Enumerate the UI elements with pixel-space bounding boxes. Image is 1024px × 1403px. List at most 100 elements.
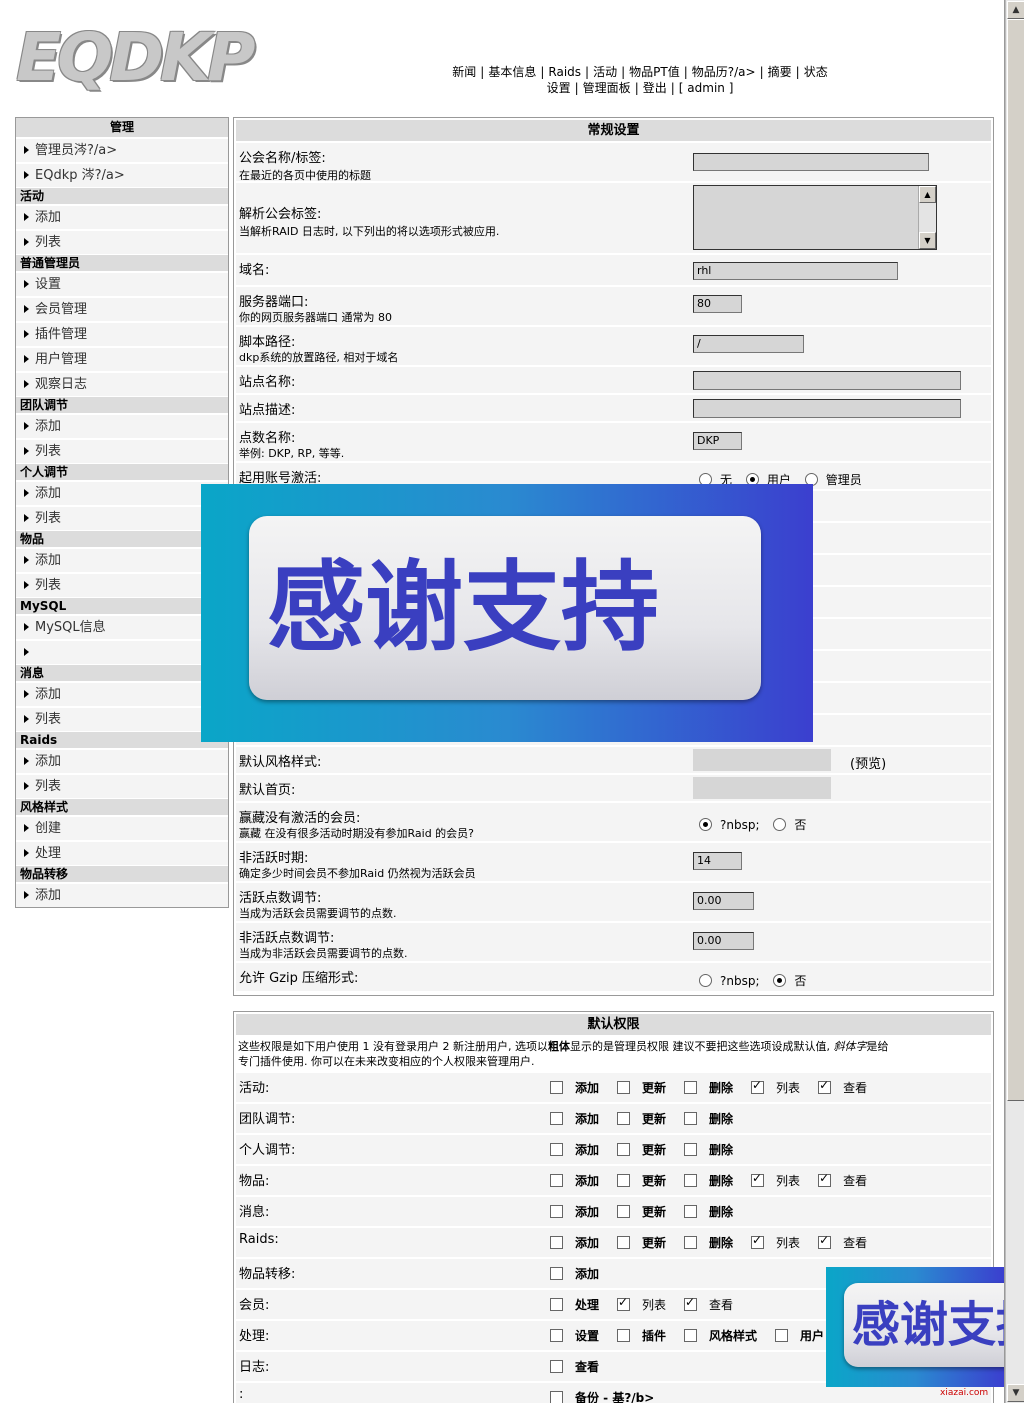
sidebar-item[interactable]: MySQL信息 [16,616,228,639]
top-nav-link-5[interactable]: 物品历?/a> [692,65,756,79]
permission-checkbox[interactable] [550,1174,563,1187]
top-nav-link-0[interactable]: 新闻 [452,65,476,79]
sidebar-item[interactable]: 添加 [16,549,228,572]
permission-checkbox[interactable] [684,1295,698,1311]
permission-checkbox[interactable] [751,1233,765,1249]
permission-checkbox[interactable] [684,1143,698,1156]
top-nav-link-1[interactable]: 基本信息 [488,65,536,79]
sidebar-item[interactable]: 列表 [16,231,228,254]
permission-checkbox[interactable] [617,1143,631,1156]
sidebar-item[interactable]: 观察日志 [16,373,228,396]
permission-checkbox[interactable] [617,1295,631,1311]
top-nav-link-7[interactable]: 状态 [804,65,828,79]
hide-inactive-yes-radio[interactable] [699,818,712,831]
permission-checkbox[interactable] [818,1171,832,1187]
textarea-scrollbar[interactable]: ▲ ▼ [918,186,936,249]
ad-corner-text[interactable]: 感谢支持 [844,1283,1004,1367]
page-scroll-thumb[interactable] [1007,19,1024,1101]
permission-checkbox[interactable] [684,1081,698,1094]
sidebar-item[interactable]: 添加 [16,206,228,229]
ad-text[interactable]: 感谢支持 [249,516,761,700]
top-nav-admin-link-3[interactable]: [ admin ] [679,81,734,95]
site-name-input[interactable] [693,371,961,390]
permission-checkbox[interactable] [617,1081,631,1094]
top-nav-admin-link-2[interactable]: 登出 [643,81,667,95]
hide-inactive-no-radio[interactable] [773,818,787,831]
page-scroll-up-icon[interactable]: ▲ [1007,1,1024,19]
sidebar-item[interactable]: 添加 [16,683,228,706]
top-nav-link-4[interactable]: 物品PT值 [629,65,680,79]
domain-input[interactable]: rhl [693,262,898,280]
permission-checkbox[interactable] [617,1112,631,1125]
overlay-ad-corner[interactable]: 感谢支持 [826,1267,1004,1387]
gzip-no-radio[interactable] [773,974,787,987]
server-port-input[interactable]: 80 [693,295,742,313]
permission-checkbox[interactable] [550,1329,563,1342]
sidebar-item[interactable]: 设置 [16,273,228,296]
top-nav-admin-link-0[interactable]: 设置 [547,81,571,95]
sidebar-item[interactable]: 列表 [16,574,228,597]
permission-checkbox[interactable] [550,1143,563,1156]
permission-checkbox[interactable] [684,1205,698,1218]
scroll-down-arrow-icon[interactable]: ▼ [919,232,936,249]
permission-checkbox[interactable] [684,1236,698,1249]
top-nav-link-3[interactable]: 活动 [593,65,617,79]
inactive-period-input[interactable]: 14 [693,852,742,870]
permission-checkbox[interactable] [617,1174,631,1187]
permission-checkbox[interactable] [550,1236,563,1249]
permission-checkbox[interactable] [751,1078,765,1094]
sidebar-item[interactable]: 处理 [16,842,228,865]
script-path-input[interactable]: / [693,335,804,353]
sidebar-item[interactable]: 管理员涔?/a> [16,139,228,162]
permission-checkbox[interactable] [550,1391,563,1403]
permission-checkbox[interactable] [550,1267,563,1280]
parse-tags-textarea[interactable]: ▲ ▼ [693,185,937,250]
sidebar-item[interactable]: 添加 [16,415,228,438]
permission-checkbox[interactable] [617,1236,631,1249]
permission-checkbox[interactable] [617,1205,631,1218]
guild-name-input[interactable] [693,153,929,171]
top-nav-link-2[interactable]: Raids [548,65,581,79]
scroll-up-arrow-icon[interactable]: ▲ [919,186,936,203]
top-nav-admin-link-1[interactable]: 管理面板 [583,81,631,95]
sidebar-item[interactable]: 列表 [16,507,228,530]
sidebar-item[interactable]: 创建 [16,817,228,840]
sidebar-item[interactable]: 会员管理 [16,298,228,321]
permission-checkbox[interactable] [751,1171,765,1187]
permission-checkbox[interactable] [550,1205,563,1218]
sidebar-item[interactable]: EQdkp 涔?/a> [16,164,228,187]
permission-checkbox[interactable] [684,1112,698,1125]
sidebar-item[interactable]: 列表 [16,708,228,731]
sidebar-item[interactable]: 添加 [16,482,228,505]
page-scroll-down-icon[interactable]: ▼ [1007,1384,1024,1402]
permission-checkbox[interactable] [684,1174,698,1187]
gzip-yes-radio[interactable] [699,974,712,987]
permission-checkbox[interactable] [818,1078,832,1094]
page-scrollbar[interactable]: ▲ ▼ [1005,0,1024,1403]
default-home-select[interactable] [693,777,831,799]
overlay-ad-banner[interactable]: 感谢支持 [201,484,813,742]
sidebar-item[interactable]: 列表 [16,440,228,463]
sidebar-item[interactable]: 添加 [16,884,228,907]
points-name-input[interactable]: DKP [693,432,742,450]
permission-checkbox[interactable] [684,1329,698,1342]
eqdkp-logo[interactable]: EQDKP [16,22,270,94]
style-preview-link[interactable]: (预览) [850,753,886,772]
permission-checkbox[interactable] [550,1298,563,1311]
permission-checkbox[interactable] [818,1233,832,1249]
sidebar-item[interactable]: 用户管理 [16,348,228,371]
sidebar-item[interactable] [16,641,228,664]
active-adj-input[interactable]: 0.00 [693,892,754,910]
sidebar-item[interactable]: 添加 [16,750,228,773]
site-desc-input[interactable] [693,399,961,418]
inactive-adj-input[interactable]: 0.00 [693,932,754,950]
default-style-select[interactable] [693,749,831,771]
permission-checkbox[interactable] [550,1112,563,1125]
sidebar-item[interactable]: 插件管理 [16,323,228,346]
permission-checkbox[interactable] [775,1329,789,1342]
permission-checkbox[interactable] [550,1360,563,1373]
sidebar-item[interactable]: 列表 [16,775,228,798]
top-nav-link-6[interactable]: 摘要 [768,65,792,79]
permission-checkbox[interactable] [617,1329,631,1342]
permission-checkbox[interactable] [550,1081,563,1094]
